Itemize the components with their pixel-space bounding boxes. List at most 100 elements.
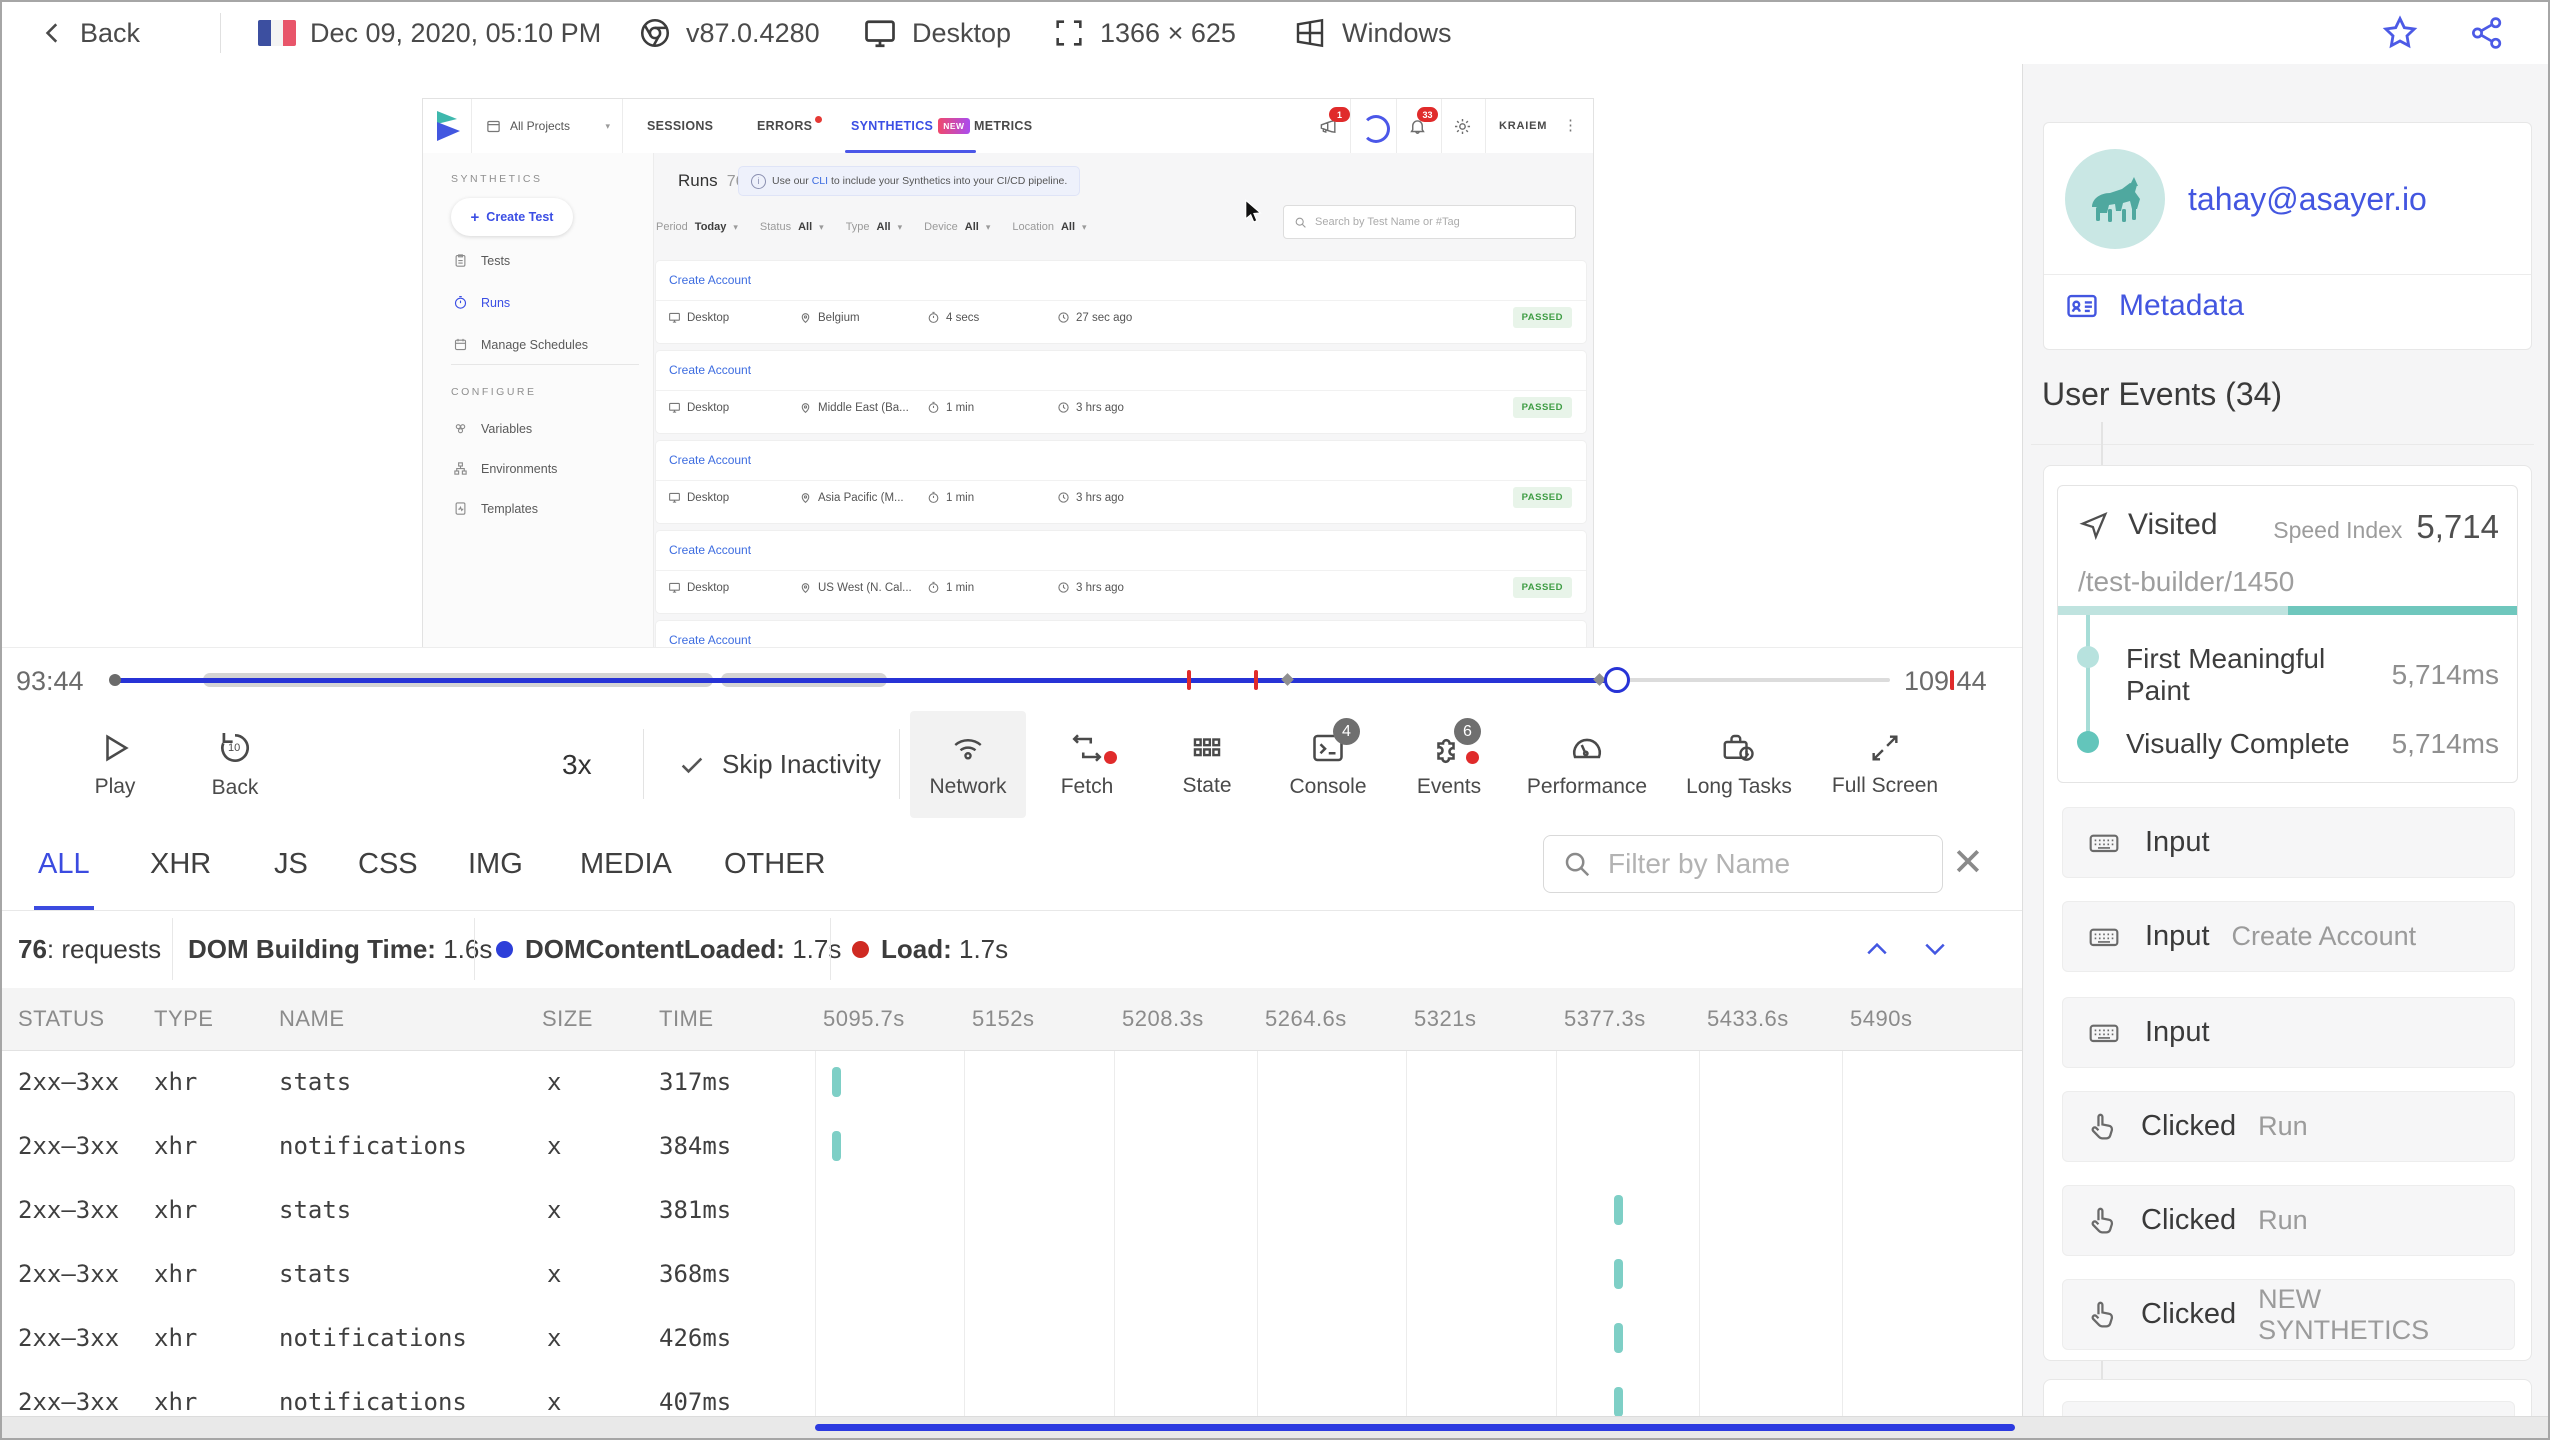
star-icon xyxy=(2380,13,2420,53)
back-10s-button[interactable]: 10 Back xyxy=(190,711,280,818)
hierarchy-icon xyxy=(453,461,468,476)
cli-info-banner: i Use our CLI to include your Synthetics… xyxy=(738,166,1081,196)
event-item-input[interactable]: Input xyxy=(2062,997,2515,1068)
visited-url: /test-builder/1450 xyxy=(2078,566,2295,597)
event-item-clicked[interactable]: Clicked Run xyxy=(2062,1185,2515,1256)
fmp-metric: First Meaningful Paint 5,714ms xyxy=(2126,643,2499,706)
play-icon xyxy=(97,730,133,766)
scrollbar-thumb[interactable] xyxy=(815,1424,2015,1431)
settings-gear-icon[interactable] xyxy=(1453,117,1472,136)
gauge-icon xyxy=(1568,730,1606,766)
sidebar-item-manage-schedules[interactable]: Manage Schedules xyxy=(453,337,588,352)
back-button[interactable]: Back xyxy=(40,2,140,64)
new-badge: NEW xyxy=(938,118,970,134)
run-card[interactable]: Create Account Desktop US West (N. Cal..… xyxy=(656,531,1586,613)
filter-type[interactable]: Type All ▾ xyxy=(846,221,902,233)
marker-diamond[interactable] xyxy=(1280,673,1294,686)
filter-input[interactable] xyxy=(1606,847,1910,881)
test-name-link[interactable]: Create Account xyxy=(669,633,751,647)
run-card[interactable]: Create Account Desktop Middle East (Ba..… xyxy=(656,351,1586,433)
full-screen-button[interactable]: Full Screen xyxy=(1820,711,1950,818)
request-timing-bar xyxy=(1614,1259,1623,1289)
sidebar-item-environments[interactable]: Environments xyxy=(453,461,557,476)
filter-status[interactable]: Status All ▾ xyxy=(760,221,824,233)
speed-toggle[interactable]: 3x xyxy=(562,711,592,818)
event-tick[interactable] xyxy=(1254,670,1259,690)
create-test-button[interactable]: + Create Test xyxy=(451,198,573,236)
share-button[interactable] xyxy=(2468,2,2506,64)
net-tab-all[interactable]: ALL xyxy=(34,818,94,910)
network-request-row[interactable]: 2xx–3xx xhr stats x 317ms xyxy=(2,1050,2022,1114)
run-card[interactable]: Create Account Desktop Asia Pacific (M..… xyxy=(656,441,1586,523)
kebab-menu-icon[interactable]: ⋮ xyxy=(1563,116,1578,134)
test-name-link[interactable]: Create Account xyxy=(669,543,751,557)
filter-device[interactable]: Device All ▾ xyxy=(924,221,990,233)
play-button[interactable]: Play xyxy=(70,711,160,818)
network-panel-button[interactable]: Network xyxy=(910,711,1026,818)
test-name-link[interactable]: Create Account xyxy=(669,453,751,467)
sidebar-item-runs[interactable]: Runs xyxy=(453,295,510,310)
run-card[interactable]: Create Account Desktop Belgium 4 secs 27… xyxy=(656,261,1586,343)
sidebar-item-variables[interactable]: Variables xyxy=(453,421,532,436)
jump-previous-button[interactable] xyxy=(1860,934,1894,964)
app-tab-sessions[interactable]: SESSIONS xyxy=(647,99,713,153)
app-user-menu[interactable]: KRAIEM xyxy=(1499,120,1547,132)
long-tasks-panel-button[interactable]: Long Tasks xyxy=(1674,711,1804,818)
close-panel-button[interactable]: ✕ xyxy=(1952,840,1984,885)
sidebar-item-templates[interactable]: Templates xyxy=(453,501,538,516)
event-tick[interactable] xyxy=(1186,670,1191,690)
project-selector[interactable]: All Projects ▾ xyxy=(471,99,623,153)
visited-event-card[interactable]: Visited Speed Index 5,714 /test-builder/… xyxy=(2057,485,2518,783)
fetch-panel-button[interactable]: Fetch xyxy=(1032,711,1142,818)
notifications-button[interactable]: 33 xyxy=(1408,107,1438,136)
col-t2: 5208.3s xyxy=(1122,1006,1204,1031)
run-card[interactable]: Create Account Desktop Canada (Central) … xyxy=(656,621,1586,647)
skip-inactivity-toggle[interactable]: Skip Inactivity xyxy=(678,711,881,818)
speed-index-value: 5,714 xyxy=(2416,508,2499,545)
col-t6: 5433.6s xyxy=(1707,1006,1789,1031)
network-request-row[interactable]: 2xx–3xx xhr notifications x 384ms xyxy=(2,1114,2022,1178)
horizontal-scrollbar[interactable] xyxy=(2,1416,2548,1438)
net-tab-css[interactable]: CSS xyxy=(358,818,418,910)
metadata-button[interactable]: Metadata xyxy=(2063,289,2244,323)
jump-next-button[interactable] xyxy=(1918,934,1952,964)
app-tab-metrics[interactable]: METRICS xyxy=(974,99,1032,153)
test-name-link[interactable]: Create Account xyxy=(669,363,751,377)
test-name-link[interactable]: Create Account xyxy=(669,273,751,287)
filter-location[interactable]: Location All ▾ xyxy=(1012,221,1086,233)
favorite-button[interactable] xyxy=(2380,2,2420,64)
event-item-input[interactable]: Input xyxy=(2062,807,2515,878)
performance-panel-button[interactable]: Performance xyxy=(1517,711,1657,818)
request-timing-bar xyxy=(1614,1387,1623,1417)
event-item-clicked[interactable]: Clicked NEW SYNTHETICS xyxy=(2062,1279,2515,1350)
filter-period[interactable]: Period Today ▾ xyxy=(656,221,738,233)
net-tab-media[interactable]: MEDIA xyxy=(580,818,672,910)
user-email-link[interactable]: tahay@asayer.io xyxy=(2188,181,2427,218)
network-request-row[interactable]: 2xx–3xx xhr stats x 368ms xyxy=(2,1242,2022,1306)
hyena-icon xyxy=(2092,177,2140,222)
network-request-row[interactable]: 2xx–3xx xhr stats x 381ms xyxy=(2,1178,2022,1242)
event-item-clicked[interactable]: Clicked Run xyxy=(2062,1091,2515,1162)
app-tab-errors[interactable]: ERRORS xyxy=(757,99,823,153)
announcements-button[interactable]: 1 xyxy=(1319,107,1350,136)
network-request-row[interactable]: 2xx–3xx xhr notifications x 426ms xyxy=(2,1306,2022,1370)
timeline-track[interactable] xyxy=(109,648,1890,712)
net-tab-xhr[interactable]: XHR xyxy=(150,818,211,910)
console-panel-button[interactable]: 4 Console xyxy=(1272,711,1384,818)
net-tab-js[interactable]: JS xyxy=(274,818,308,910)
event-item-input[interactable]: Input Create Account xyxy=(2062,901,2515,972)
playhead[interactable] xyxy=(1604,667,1631,693)
status-badge: PASSED xyxy=(1512,487,1572,508)
cli-link[interactable]: CLI xyxy=(812,175,828,187)
network-table-header: STATUS TYPE NAME SIZE TIME 5095.7s 5152s… xyxy=(2,988,2022,1051)
grid-icon xyxy=(1190,731,1224,765)
filter-by-name-field[interactable] xyxy=(1543,835,1943,893)
card-divider xyxy=(2044,274,2531,275)
events-panel-button[interactable]: 6 Events xyxy=(1394,711,1504,818)
app-tab-synthetics[interactable]: SYNTHETICS NEW xyxy=(845,99,976,153)
sidebar-item-tests[interactable]: Tests xyxy=(453,253,510,268)
state-panel-button[interactable]: State xyxy=(1152,711,1262,818)
test-search-input[interactable]: Search by Test Name or #Tag xyxy=(1283,205,1576,239)
net-tab-other[interactable]: OTHER xyxy=(724,818,826,910)
net-tab-img[interactable]: IMG xyxy=(468,818,523,910)
